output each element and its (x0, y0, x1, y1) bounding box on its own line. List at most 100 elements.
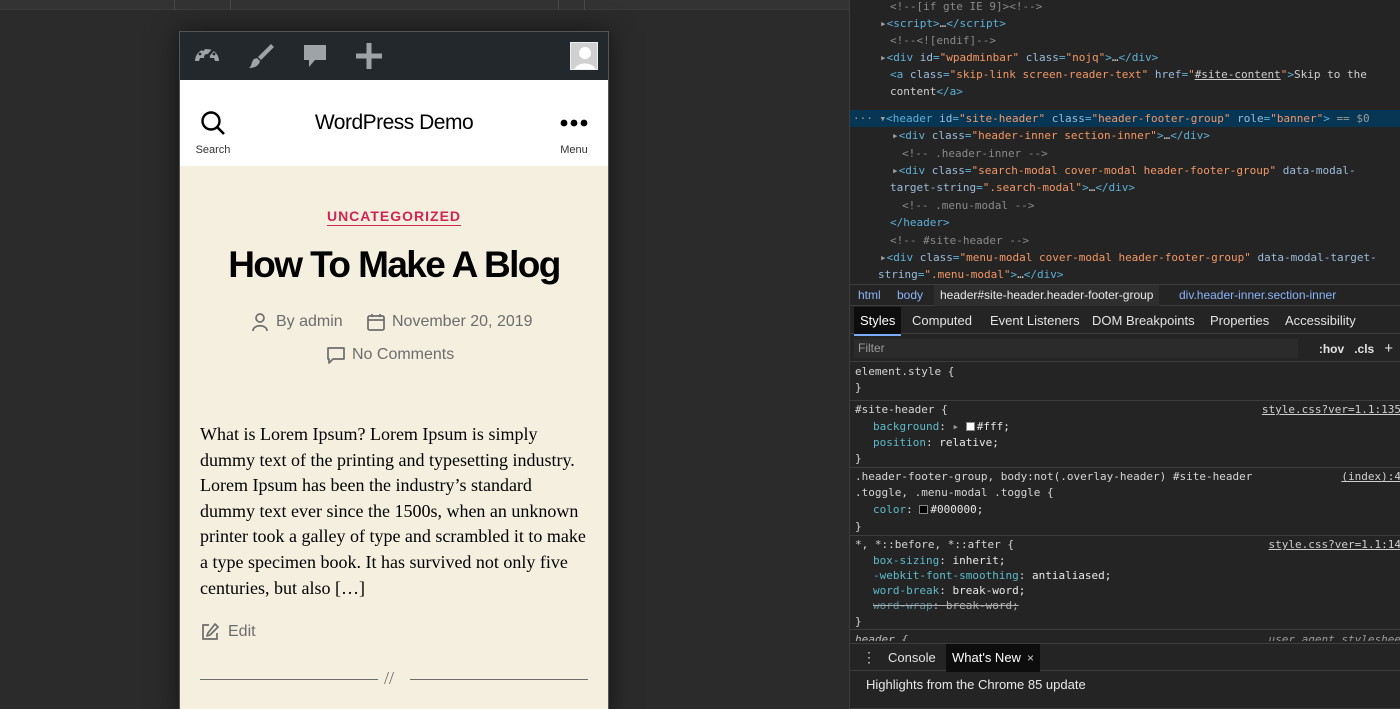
filter-input[interactable] (854, 339, 1298, 358)
dom-node[interactable]: <!--[if gte IE 9]><!--> (850, 0, 1400, 15)
rule-source-link[interactable]: style.css?ver=1.1:14 (1269, 537, 1400, 553)
menu-label: Menu (560, 144, 588, 156)
dom-node[interactable]: <!-- .header-inner --> (850, 145, 1400, 162)
rule-selector-cont[interactable]: .toggle, .menu-modal .toggle { (855, 485, 1054, 501)
close-icon[interactable]: × (1027, 651, 1034, 665)
tab-whats-new[interactable]: What's New × (946, 644, 1040, 672)
dom-node[interactable]: <!-- #site-header --> (850, 232, 1400, 249)
breadcrumb-body[interactable]: body (897, 285, 923, 306)
rule-selector[interactable]: *, *::before, *::after { (855, 537, 1014, 553)
date-link[interactable]: November 20, 2019 (392, 313, 533, 331)
css-property[interactable]: color: #000000; (873, 502, 983, 518)
device-frame: Search WordPress Demo Menu UNCATEGORIZED… (179, 31, 609, 709)
post-date: November 20, 2019 (366, 312, 533, 332)
separator-slashes: // (384, 668, 395, 688)
wp-admin-bar (180, 32, 608, 80)
comments-icon[interactable] (300, 41, 330, 71)
category-link[interactable]: UNCATEGORIZED (326, 208, 462, 226)
rule-source-link[interactable]: style.css?ver=1.1:135 (1262, 402, 1400, 418)
excerpt-line: a type specimen book. It has survived no… (200, 551, 568, 572)
menu-toggle[interactable]: Menu (544, 110, 604, 156)
dom-node[interactable]: target-string=".search-modal">…</div> (850, 179, 1400, 196)
customize-brush-icon[interactable] (246, 41, 276, 71)
css-property[interactable]: background: ▸ #fff; (873, 419, 1010, 435)
avatar-icon[interactable] (570, 42, 598, 70)
excerpt-line: What is Lorem Ipsum? Lorem Ipsum is simp… (200, 424, 538, 444)
styles-filter-bar: Filter :hov .cls + (850, 335, 1400, 362)
property-value: #fff; (976, 420, 1010, 433)
edit-link[interactable]: Edit (228, 623, 256, 641)
post-excerpt: What is Lorem Ipsum? Lorem Ipsum is simp… (200, 422, 592, 601)
tab-dom-breakpoints[interactable]: DOM Breakpoints (1086, 307, 1201, 334)
property-value: antialiased; (1031, 569, 1112, 582)
rule-header-ua: header { user agent styleshee (850, 630, 1400, 641)
css-property-overridden[interactable]: word-wrap: break-word; (873, 598, 1019, 614)
rule-close: } (855, 381, 862, 394)
breadcrumb-html[interactable]: html (858, 285, 881, 306)
property-name: position (873, 436, 926, 449)
elements-dom-tree: <!--[if gte IE 9]><!--> ▸<script>…</scri… (850, 0, 1400, 284)
excerpt-line: printer took a galley of type and scramb… (200, 526, 586, 547)
property-name: -webkit-font-smoothing (873, 569, 1019, 582)
new-content-plus-icon[interactable] (354, 41, 384, 71)
hov-toggle[interactable]: :hov (1319, 342, 1344, 356)
property-value: #000000; (930, 503, 984, 516)
menu-dots-icon (560, 119, 588, 127)
calendar-icon (367, 314, 385, 331)
css-property[interactable]: word-break: break-word; (873, 583, 1025, 599)
breadcrumb-header[interactable]: header#site-header.header-footer-group (934, 285, 1160, 306)
comments-link[interactable]: No Comments (352, 346, 454, 364)
property-name: word-wrap (873, 599, 933, 612)
dom-node[interactable]: <!--<![endif]--> (850, 32, 1400, 49)
dom-node[interactable]: string=".menu-modal">…</div> (850, 266, 1400, 283)
css-property[interactable]: box-sizing: inherit; (873, 553, 1005, 569)
dom-node[interactable]: <!-- .menu-modal --> (850, 197, 1400, 214)
expand-arrow-icon[interactable]: ▸ (952, 420, 959, 433)
rule-selector[interactable]: #site-header { (855, 402, 948, 418)
dom-node[interactable]: ▸<div class="menu-modal cover-modal head… (850, 249, 1400, 266)
dom-node[interactable]: ▸<script>…</script> (850, 15, 1400, 32)
post-title[interactable]: How To Make A Blog (180, 244, 608, 286)
property-value: break-word; (945, 599, 1019, 612)
dom-node[interactable]: </header> (850, 214, 1400, 231)
new-rule-plus-icon[interactable]: + (1384, 340, 1393, 357)
breadcrumb-div[interactable]: div.header-inner.section-inner (1179, 285, 1336, 306)
filter-placeholder: Filter (858, 341, 885, 355)
cls-toggle[interactable]: .cls (1354, 342, 1374, 356)
tab-properties[interactable]: Properties (1204, 307, 1275, 334)
dom-node[interactable]: ▸<div class="header-inner section-inner"… (850, 127, 1400, 144)
rule-selector[interactable]: .header-footer-group, body:not(.overlay-… (855, 469, 1252, 485)
rule-selector[interactable]: element.style { (855, 364, 954, 380)
rule-source-ua: user agent styleshee (1268, 633, 1400, 641)
filter-buttons: :hov .cls + (1319, 335, 1393, 363)
dom-node-selected[interactable]: ··· ▾<header id="site-header" class="hea… (850, 110, 1400, 127)
edit-pencil-icon (202, 623, 219, 640)
rule-selector[interactable]: header { (855, 632, 908, 641)
tab-computed[interactable]: Computed (906, 307, 978, 334)
dom-node[interactable]: ▸<div id="wpadminbar" class="nojq">…</di… (850, 49, 1400, 66)
css-property[interactable]: -webkit-font-smoothing: antialiased; (873, 568, 1111, 584)
drawer-menu-icon[interactable]: ⋮ (862, 644, 876, 671)
tab-console[interactable]: Console (882, 644, 942, 671)
excerpt-line: Lorem Ipsum has been the industry’s stan… (200, 475, 532, 496)
dom-node[interactable]: content</a> (850, 83, 1400, 100)
dom-node[interactable]: <a class="skip-link screen-reader-text" … (850, 66, 1400, 83)
rule-source-link[interactable]: (index):4 (1341, 469, 1400, 485)
tab-event-listeners[interactable]: Event Listeners (984, 307, 1086, 334)
tab-whats-new-label: What's New (952, 650, 1021, 665)
edit-post[interactable]: Edit (200, 622, 256, 642)
css-property[interactable]: position: relative; (873, 435, 999, 451)
sidebar-tabs: Styles Computed Event Listeners DOM Brea… (850, 307, 1400, 336)
rule-close: } (855, 615, 862, 628)
color-swatch[interactable] (919, 505, 929, 514)
rule-site-header: #site-header { style.css?ver=1.1:135 bac… (850, 401, 1400, 468)
tab-styles[interactable]: Styles (854, 307, 902, 336)
post-comments: No Comments (326, 345, 454, 365)
color-swatch[interactable] (965, 422, 975, 431)
styles-rules: element.style { } #site-header { style.c… (850, 363, 1400, 641)
tab-accessibility[interactable]: Accessibility (1279, 307, 1362, 334)
dom-node[interactable]: ▸<div class="search-modal cover-modal he… (850, 162, 1400, 179)
property-value: relative; (939, 436, 999, 449)
dashboard-icon[interactable] (192, 41, 222, 71)
author-link[interactable]: By admin (276, 313, 343, 331)
